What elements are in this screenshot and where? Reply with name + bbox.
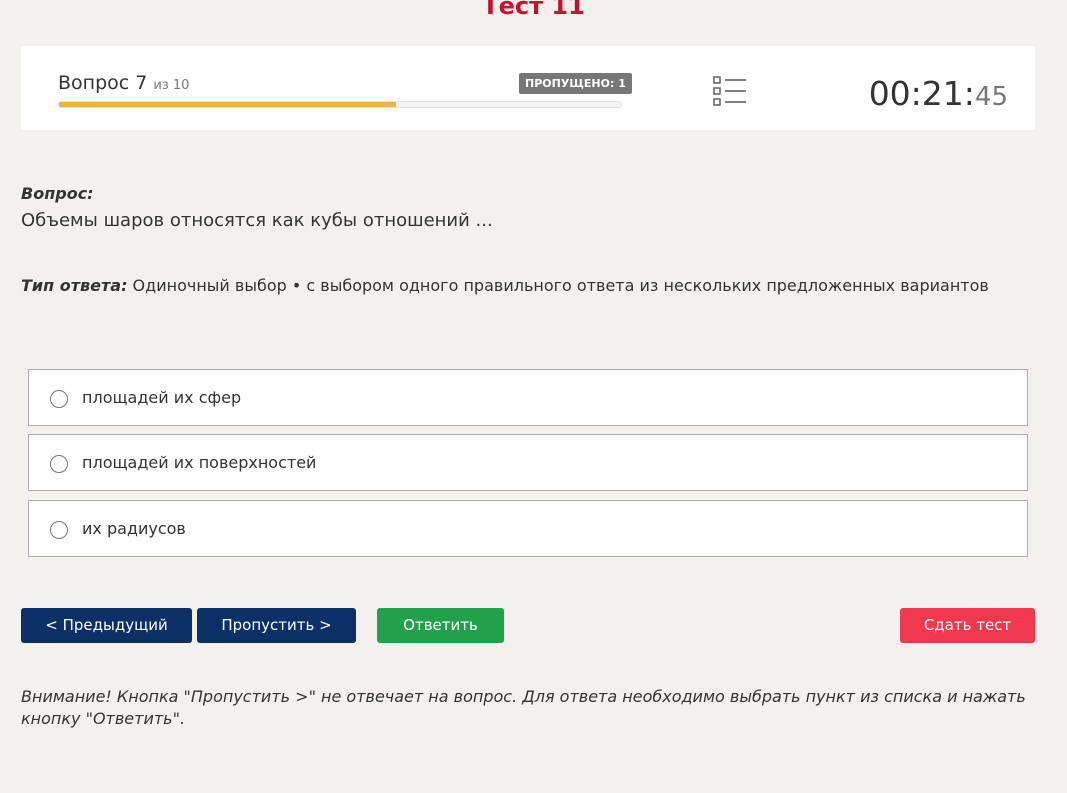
answer-option-label: площадей их сфер	[82, 388, 242, 407]
previous-button[interactable]: < Предыдущий	[21, 608, 192, 643]
answer-type: Тип ответа: Одиночный выбор • с выбором …	[21, 276, 989, 295]
question-list-icon[interactable]	[713, 76, 747, 106]
progress-bar	[58, 101, 622, 108]
timer-main: 00:21:	[868, 74, 975, 113]
warning-text: Внимание! Кнопка "Пропустить >" не отвеч…	[21, 687, 1026, 728]
answer-type-value: Одиночный выбор • с выбором одного прави…	[127, 276, 989, 295]
answer-option[interactable]: площадей их сфер	[28, 369, 1028, 426]
question-number: Вопрос 7	[58, 72, 148, 94]
answer-option-label: площадей их поверхностей	[82, 453, 317, 472]
status-panel: Вопрос 7 из 10 ПРОПУЩЕНО: 1 00:21:45	[21, 46, 1035, 130]
answer-option[interactable]: их радиусов	[28, 500, 1028, 557]
question-heading: Вопрос:	[21, 184, 94, 203]
question-counter: Вопрос 7 из 10	[58, 72, 189, 94]
answer-option[interactable]: площадей их поверхностей	[28, 434, 1028, 491]
question-total: из 10	[153, 78, 190, 93]
page-title: Тест 11	[482, 0, 585, 20]
answer-button[interactable]: Ответить	[377, 608, 504, 643]
timer-seconds: 45	[974, 82, 1008, 112]
answer-option-label: их радиусов	[82, 519, 186, 538]
answer-type-label: Тип ответа:	[21, 276, 128, 295]
skip-button[interactable]: Пропустить >	[197, 608, 356, 643]
radio-button[interactable]	[50, 521, 68, 539]
skipped-badge: ПРОПУЩЕНО: 1	[519, 73, 632, 94]
radio-button[interactable]	[50, 455, 68, 473]
timer: 00:21:45	[869, 74, 1008, 113]
progress-fill	[59, 102, 397, 107]
radio-button[interactable]	[50, 390, 68, 408]
question-text: Объемы шаров относятся как кубы отношени…	[21, 210, 493, 231]
submit-test-button[interactable]: Сдать тест	[900, 608, 1035, 643]
